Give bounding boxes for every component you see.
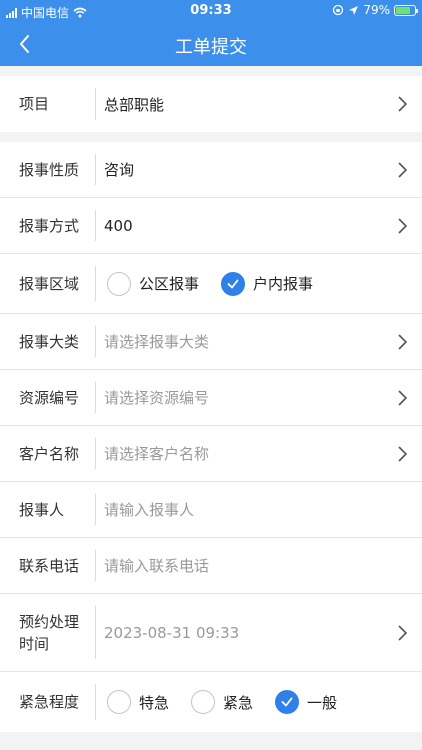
resource-placeholder: 请选择资源编号 (104, 389, 210, 407)
method-value: 400 (104, 216, 133, 235)
area-option-label: 户内报事 (253, 275, 314, 293)
customer-placeholder: 请选择客户名称 (104, 445, 210, 463)
project-section: 项目 总部职能 (0, 76, 422, 132)
page-title: 工单提交 (175, 37, 247, 58)
area-row: 报事区域 公区报事 户内报事 (0, 254, 422, 314)
category-placeholder: 请选择报事大类 (104, 333, 210, 351)
chevron-right-icon (398, 445, 408, 462)
radio-circle-checked (221, 271, 246, 296)
nav-bar: 工单提交 (0, 22, 422, 66)
urgency-radio-group: 特急 紧急 一般 (107, 672, 359, 732)
radio-circle (107, 690, 131, 714)
reporter-input[interactable]: 请输入报事人 (104, 482, 194, 537)
area-radio-group: 公区报事 户内报事 (107, 254, 335, 313)
method-row[interactable]: 报事方式 400 (0, 198, 422, 254)
orientation-lock-icon (333, 4, 344, 16)
area-label: 报事区域 (19, 274, 80, 293)
appointment-row[interactable]: 预约处理时间 2023-08-31 09:33 (0, 594, 422, 672)
row-divider (95, 88, 96, 120)
nature-value: 咨询 (104, 161, 135, 179)
check-icon (227, 279, 239, 288)
urgency-option-label: 紧急 (223, 693, 254, 712)
row-divider (95, 326, 96, 357)
radio-circle-checked (275, 690, 300, 714)
nature-label: 报事性质 (19, 160, 80, 179)
status-bar: 中国电信 09:33 79% (0, 0, 422, 22)
urgency-radio-normal[interactable]: 一般 (275, 690, 337, 714)
resource-row[interactable]: 资源编号 请选择资源编号 (0, 370, 422, 426)
battery-fill (396, 6, 411, 14)
urgency-row: 紧急程度 特急 紧急 一般 (0, 672, 422, 732)
project-value: 总部职能 (104, 95, 165, 114)
chevron-right-icon (398, 217, 408, 234)
phone-label: 联系电话 (19, 556, 80, 575)
chevron-right-icon (398, 333, 408, 350)
resource-label: 资源编号 (19, 388, 80, 407)
row-divider (95, 550, 96, 581)
urgency-option-label: 特急 (139, 693, 170, 712)
row-divider (95, 606, 96, 659)
urgency-label: 紧急程度 (19, 693, 80, 711)
status-right: 79% (332, 3, 418, 17)
radio-circle (191, 690, 216, 714)
row-divider (95, 210, 96, 241)
form-section: 报事性质 咨询 报事方式 400 报事区域 公区报事 户内报事 报事大类 请选择… (0, 142, 422, 732)
appointment-value: 2023-08-31 09:33 (104, 623, 240, 642)
row-divider (95, 382, 96, 413)
location-icon (349, 5, 359, 15)
urgency-option-label: 一般 (307, 693, 338, 712)
radio-circle (107, 271, 131, 296)
reporter-label: 报事人 (19, 500, 65, 519)
row-divider (95, 266, 96, 301)
nature-row[interactable]: 报事性质 咨询 (0, 142, 422, 198)
row-divider (95, 684, 96, 720)
category-label: 报事大类 (19, 332, 80, 351)
project-label: 项目 (19, 95, 50, 113)
area-option-label: 公区报事 (139, 275, 200, 293)
appointment-label: 预约处理时间 (19, 612, 80, 653)
area-radio-indoor[interactable]: 户内报事 (221, 271, 314, 296)
area-radio-public[interactable]: 公区报事 (107, 271, 200, 296)
battery-icon (394, 4, 418, 16)
customer-label: 客户名称 (19, 444, 80, 463)
chevron-right-icon (398, 389, 408, 406)
phone-row[interactable]: 联系电话 请输入联系电话 (0, 538, 422, 594)
customer-row[interactable]: 客户名称 请选择客户名称 (0, 426, 422, 482)
urgency-radio-urgent[interactable]: 紧急 (191, 690, 253, 714)
method-label: 报事方式 (19, 216, 80, 235)
chevron-right-icon (398, 161, 408, 178)
battery-percent: 79% (363, 3, 390, 17)
project-row[interactable]: 项目 总部职能 (0, 76, 422, 132)
row-divider (95, 438, 96, 469)
row-divider (95, 154, 96, 185)
category-row[interactable]: 报事大类 请选择报事大类 (0, 314, 422, 370)
reporter-row[interactable]: 报事人 请输入报事人 (0, 482, 422, 538)
urgency-radio-critical[interactable]: 特急 (107, 690, 169, 714)
chevron-right-icon (398, 96, 408, 112)
phone-input[interactable]: 请输入联系电话 (104, 538, 209, 593)
row-divider (95, 494, 96, 525)
chevron-right-icon (398, 624, 408, 641)
check-icon (281, 697, 293, 707)
